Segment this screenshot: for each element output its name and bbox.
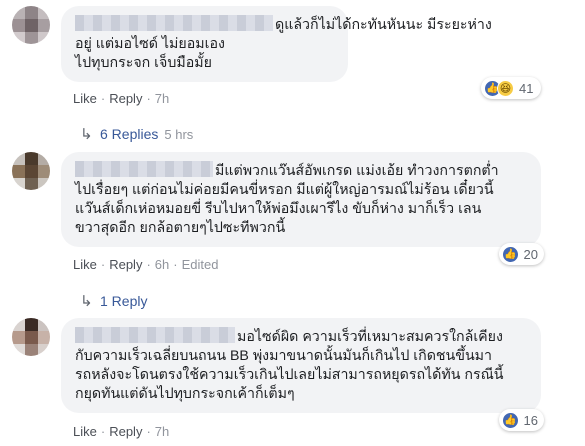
avatar[interactable] <box>12 6 50 44</box>
comment-actions: Like · Reply · 7h <box>73 424 169 439</box>
timestamp[interactable]: 7h <box>155 91 169 106</box>
haha-icon: 😆 <box>497 79 514 97</box>
like-button[interactable]: Like <box>73 91 97 106</box>
like-button[interactable]: Like <box>73 257 97 272</box>
comment-text-line: แว๊นส์เด็กเห่อหมอยขี่ รีบไปหาให้พ่อมึงเผ… <box>75 201 482 217</box>
reaction-count: 20 <box>523 246 538 262</box>
view-replies-link[interactable]: ↳ 6 Replies 5 hrs <box>80 125 193 143</box>
author-name-redacted[interactable] <box>75 15 273 31</box>
comment-text-line: ขวาสุดอีก ยกล้อตายๆไปซะทีพวกนี้ <box>75 220 286 236</box>
reply-button[interactable]: Reply <box>109 91 142 106</box>
comment-text-line: รถหลังจะโดนตรงใช้ความเร็วเกินไปเลยไม่สาม… <box>75 367 504 383</box>
reaction-count: 41 <box>519 80 534 96</box>
reaction-summary[interactable]: 👍 😆 41 <box>481 77 541 99</box>
timestamp[interactable]: 6h <box>155 257 169 272</box>
reaction-summary[interactable]: 👍 16 <box>499 409 544 431</box>
view-replies-link[interactable]: ↳ 1 Reply <box>80 292 147 310</box>
comment-text-line: อยู่ แต่มอไซด์ ไม่ยอมเอง <box>75 36 225 52</box>
separator-dot: · <box>146 91 151 106</box>
comment-bubble: ดูแล้วก็ไม่ได้กะทันหันนะ มีระยะห่าง อยู่… <box>61 6 492 82</box>
comment-text-line: กยุดทันแต่ดันไปทุบกระจกเค้าก็เต็มๆ <box>75 386 295 402</box>
separator-dot: · <box>146 257 151 272</box>
replies-count: 1 Reply <box>100 293 148 309</box>
comment-actions: Like · Reply · 7h <box>73 91 169 106</box>
comment-actions: Like · Reply · 6h · Edited <box>73 257 218 272</box>
separator-dot: · <box>100 91 106 106</box>
separator-dot: · <box>100 424 106 439</box>
reply-arrow-icon: ↳ <box>80 126 93 143</box>
reaction-count: 16 <box>523 412 538 428</box>
replies-count: 6 Replies <box>100 126 159 142</box>
author-name-redacted[interactable] <box>75 327 235 343</box>
avatar[interactable] <box>12 318 50 356</box>
edited-label[interactable]: Edited <box>182 257 219 272</box>
avatar[interactable] <box>12 152 50 190</box>
reply-button[interactable]: Reply <box>109 424 142 439</box>
comment-text-line: มีแต่พวกแว๊นส์อัพเกรด แม่งเอ้ย ทำวงการตก… <box>215 163 499 179</box>
author-name-redacted[interactable] <box>75 161 213 177</box>
comment-text-line: ไปทุบกระจก เจ็บมือมั้ย <box>75 55 212 71</box>
like-button[interactable]: Like <box>73 424 97 439</box>
comment-bubble: มอไซด์ผิด ความเร็วที่เหมาะสมควรใกล้เคียง… <box>61 318 541 413</box>
reply-arrow-icon: ↳ <box>80 293 93 310</box>
comment-text-line: กับความเร็วเฉลี่ยบนถนน BB พุ่งมาขนาดนั้น… <box>75 348 492 364</box>
separator-dot: · <box>100 257 106 272</box>
reply-button[interactable]: Reply <box>109 257 142 272</box>
like-icon: 👍 <box>502 245 519 263</box>
comment-text-line: ไปเรื่อยๆ แต่ก่อนไม่ค่อยมีคนขี่หรอก มีแต… <box>75 182 494 198</box>
replies-time: 5 hrs <box>164 127 194 142</box>
like-icon: 👍 <box>502 411 519 429</box>
comment-text-line: มอไซด์ผิด ความเร็วที่เหมาะสมควรใกล้เคียง <box>237 329 503 345</box>
comment-text-line: ดูแล้วก็ไม่ได้กะทันหันนะ มีระยะห่าง <box>275 17 492 33</box>
reaction-summary[interactable]: 👍 20 <box>499 243 544 265</box>
separator-dot: · <box>173 257 178 272</box>
timestamp[interactable]: 7h <box>155 424 169 439</box>
separator-dot: · <box>146 424 151 439</box>
comment-bubble: มีแต่พวกแว๊นส์อัพเกรด แม่งเอ้ย ทำวงการตก… <box>61 152 541 247</box>
